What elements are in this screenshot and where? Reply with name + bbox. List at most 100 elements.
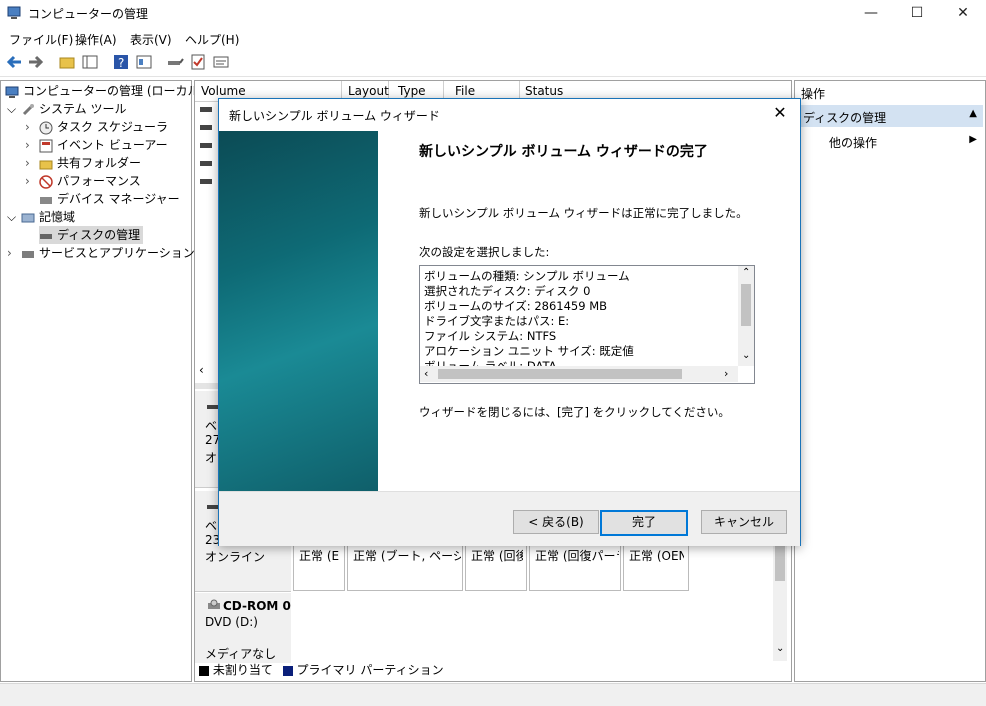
volume-row-icon [200,179,212,184]
back-button[interactable]: < 戻る(B) [513,510,599,534]
storage-icon [21,211,35,225]
scroll-left-icon[interactable]: ‹ [424,367,428,380]
settings-summary-box[interactable]: ボリュームの種類: シンプル ボリューム 選択されたディスク: ディスク 0 ボ… [419,265,755,384]
chevron-right-icon[interactable]: › [25,118,39,136]
setting-line: 選択されたディスク: ディスク 0 [424,284,591,298]
unallocated-swatch [199,665,209,676]
status-bar [0,683,986,706]
setting-line: ボリュームの種類: シンプル ボリューム [424,269,630,283]
tree-task-scheduler[interactable]: › タスク スケジューラ [25,118,168,136]
scrollbar-thumb[interactable] [438,369,682,379]
scroll-right-icon[interactable]: › [724,367,728,380]
scrollbar-thumb[interactable] [741,284,751,326]
legend-unallocated: 未割り当て [212,663,273,677]
device-manager-icon [39,193,53,207]
tree-services[interactable]: › サービスとアプリケーション [7,244,195,262]
volume-row-icon [200,143,212,148]
tree-task-scheduler-label: タスク スケジューラ [57,120,168,134]
scroll-down-icon[interactable]: ⌄ [776,643,784,654]
setting-line: ファイル システム: NTFS [424,329,557,343]
cancel-button[interactable]: キャンセル [701,510,787,534]
tools-icon [21,103,35,117]
partition-status: 正常 (OEN [629,549,684,563]
check-icon[interactable] [189,53,207,71]
window-title: コンピューターの管理 [28,7,149,21]
completion-message: 新しいシンプル ボリューム ウィザードは正常に完了しました。 [419,206,748,220]
forward-arrow-icon[interactable] [27,53,45,71]
submenu-arrow-icon: ▶ [969,134,977,145]
scrollbar-thumb[interactable] [775,541,785,581]
chevron-right-icon[interactable]: › [25,154,39,172]
help-icon[interactable]: ? [112,53,130,71]
tree-root[interactable]: コンピューターの管理 (ローカル) [5,82,204,100]
show-hide-tree-icon[interactable] [81,53,99,71]
h-scroll-left[interactable]: ‹ [199,363,204,377]
close-button[interactable]: ✕ [940,0,986,26]
setting-line: アロケーション ユニット サイズ: 既定値 [424,344,634,358]
computer-management-icon [5,85,19,99]
primary-swatch [282,665,293,676]
tree-root-label: コンピューターの管理 (ローカル) [23,84,205,98]
tree-system-tools[interactable]: ⌵ システム ツール [7,100,126,118]
legend: 未割り当て プライマリ パーティション [199,661,444,677]
view-icon[interactable] [135,53,153,71]
tree-shared-folders-label: 共有フォルダー [57,156,142,170]
cdrom-title: CD-ROM 0 [223,599,291,613]
shared-folder-icon [39,157,53,171]
wizard-dialog: 新しいシンプル ボリューム ウィザード ✕ 新しいシンプル ボリューム ウィザー… [218,98,801,546]
wizard-banner-image [219,131,378,491]
tree-disk-management-label: ディスクの管理 [57,228,141,242]
volume-row-icon [200,125,212,130]
up-folder-icon[interactable] [58,53,76,71]
settings-vscrollbar[interactable]: ⌃ ⌄ [738,266,754,366]
tree-performance[interactable]: › パフォーマンス [25,172,141,190]
performance-icon [39,174,53,189]
dialog-footer: < 戻る(B) 完了 キャンセル [219,491,800,546]
chevron-right-icon[interactable]: › [25,172,39,190]
event-viewer-icon [39,139,53,153]
chevron-down-icon[interactable]: ⌵ [7,208,21,226]
scroll-down-icon[interactable]: ⌄ [742,350,750,361]
back-arrow-icon[interactable] [5,53,23,71]
settings-intro: 次の設定を選択しました: [419,245,550,259]
tree-device-manager[interactable]: デバイス マネージャー [39,190,180,208]
other-actions-item[interactable]: 他の操作 ▶ [797,131,983,151]
tree-event-viewer[interactable]: › イベント ビューアー [25,136,168,154]
actions-header: 操作 [801,87,826,101]
legend-primary: プライマリ パーティション [296,663,444,677]
volume-row-icon [200,161,212,166]
tree-storage[interactable]: ⌵ 記憶域 [7,208,75,226]
chevron-right-icon[interactable]: › [7,244,21,262]
connect-icon[interactable] [166,53,184,71]
menu-view[interactable]: 表示(V) [130,31,172,48]
menu-action[interactable]: 操作(A) [75,31,117,48]
chevron-right-icon[interactable]: › [25,136,39,154]
tree-storage-label: 記憶域 [39,210,76,224]
menu-bar: ファイル(F) 操作(A) 表示(V) ヘルプ(H) [0,28,986,48]
cdrom-info: CD-ROM 0 DVD (D:) メディアなし [195,593,291,663]
title-bar: コンピューターの管理 — ☐ ✕ [0,0,986,26]
other-actions-label: 他の操作 [829,136,878,150]
menu-file[interactable]: ファイル(F) [9,31,73,48]
settings-hscrollbar[interactable]: ‹ › [420,366,738,382]
collapse-up-icon[interactable]: ▲ [969,108,977,119]
maximize-button[interactable]: ☐ [894,0,940,26]
tree-disk-management[interactable]: ディスクの管理 [39,226,144,244]
tree-shared-folders[interactable]: › 共有フォルダー [25,154,141,172]
scroll-up-icon[interactable]: ⌃ [742,267,750,278]
app-icon [6,5,22,21]
cdrom-drive: DVD (D:) [205,615,258,629]
actions-panel: 操作 ディスクの管理 ▲ 他の操作 ▶ [794,80,986,682]
menu-help[interactable]: ヘルプ(H) [185,31,239,48]
minimize-button[interactable]: — [848,0,894,26]
tree-services-label: サービスとアプリケーション [39,246,195,260]
actions-group-disk-management[interactable]: ディスクの管理 ▲ [797,105,983,127]
dialog-close-icon[interactable]: ✕ [766,101,794,125]
services-icon [21,247,35,261]
tree-event-viewer-label: イベント ビューアー [57,138,168,152]
svg-text:?: ? [118,56,124,70]
finish-button[interactable]: 完了 [600,510,688,536]
chevron-down-icon[interactable]: ⌵ [7,100,21,118]
properties-icon[interactable] [212,53,230,71]
close-instruction: ウィザードを閉じるには、[完了] をクリックしてください。 [419,405,730,419]
